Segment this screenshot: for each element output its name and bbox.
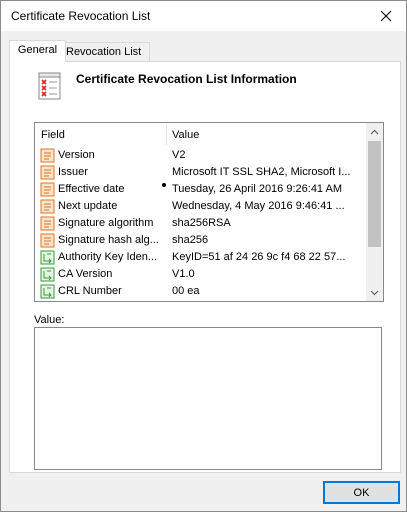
row-field-label: Signature hash alg... xyxy=(58,234,159,246)
row-field-label: Version xyxy=(58,149,95,161)
list-row-ca-version[interactable]: CA Version V1.0 xyxy=(35,266,365,283)
field-icon xyxy=(40,148,55,163)
column-header-value[interactable]: Value xyxy=(172,129,199,141)
row-field-label: Next update xyxy=(58,200,118,212)
scroll-down-button[interactable] xyxy=(366,284,383,301)
list-header: Field Value xyxy=(35,123,365,147)
extension-icon xyxy=(40,267,55,282)
tab-general[interactable]: General xyxy=(9,40,66,62)
list-rows: Version V2 Issuer Microsoft IT SSL SHA2,… xyxy=(35,147,365,300)
list-row-signature-hash[interactable]: Signature hash alg... sha256 xyxy=(35,232,365,249)
tab-revocation-list[interactable]: Revocation List xyxy=(61,42,150,61)
list-row-crl-number[interactable]: CRL Number 00 ea xyxy=(35,283,365,300)
field-icon xyxy=(40,182,55,197)
title-bar: Certificate Revocation List xyxy=(1,1,406,31)
value-label: Value: xyxy=(34,314,65,326)
chevron-down-icon xyxy=(370,290,379,295)
row-field-label: Effective date xyxy=(58,183,125,195)
row-field-label: Signature algorithm xyxy=(58,217,154,229)
row-field-label: Issuer xyxy=(58,166,88,178)
vertical-scrollbar[interactable] xyxy=(366,123,383,301)
row-value: sha256 xyxy=(172,234,209,246)
field-icon xyxy=(40,233,55,248)
row-value: KeyID=51 af 24 26 9c f4 68 22 57... xyxy=(172,251,346,263)
extension-icon xyxy=(40,284,55,299)
mouse-cursor-dot xyxy=(162,183,166,187)
row-value: Wednesday, 4 May 2016 9:46:41 ... xyxy=(172,200,345,212)
row-field-label: CRL Number xyxy=(58,285,122,297)
list-row-effective-date[interactable]: Effective date Tuesday, 26 April 2016 9:… xyxy=(35,181,365,198)
list-row-issuer[interactable]: Issuer Microsoft IT SSL SHA2, Microsoft … xyxy=(35,164,365,181)
chevron-up-icon xyxy=(370,129,379,134)
row-value: Tuesday, 26 April 2016 9:26:41 AM xyxy=(172,183,343,195)
row-value: Microsoft IT SSL SHA2, Microsoft I... xyxy=(172,166,351,178)
field-icon xyxy=(40,199,55,214)
row-field-label: CA Version xyxy=(58,268,113,280)
dialog-window: Certificate Revocation List General Revo… xyxy=(0,0,407,512)
general-panel: Certificate Revocation List Information … xyxy=(9,61,401,473)
row-value: V1.0 xyxy=(172,268,195,280)
close-icon xyxy=(380,10,392,22)
column-divider[interactable] xyxy=(166,125,167,145)
window-title: Certificate Revocation List xyxy=(11,9,151,23)
list-row-next-update[interactable]: Next update Wednesday, 4 May 2016 9:46:4… xyxy=(35,198,365,215)
row-value: 00 ea xyxy=(172,285,200,297)
crl-document-icon xyxy=(38,72,62,103)
row-value: V2 xyxy=(172,149,186,161)
ok-button[interactable]: OK xyxy=(323,481,400,504)
extension-icon xyxy=(40,250,55,265)
list-row-version[interactable]: Version V2 xyxy=(35,147,365,164)
close-button[interactable] xyxy=(366,1,406,31)
panel-heading: Certificate Revocation List Information xyxy=(76,72,297,86)
scroll-thumb[interactable] xyxy=(368,141,381,247)
field-icon xyxy=(40,216,55,231)
field-icon xyxy=(40,165,55,180)
column-header-field[interactable]: Field xyxy=(41,129,65,141)
row-field-label: Authority Key Iden... xyxy=(58,251,158,263)
scroll-up-button[interactable] xyxy=(366,123,383,140)
list-row-signature-algorithm[interactable]: Signature algorithm sha256RSA xyxy=(35,215,365,232)
value-detail-box[interactable] xyxy=(34,327,382,470)
list-row-authority-key-identifier[interactable]: Authority Key Iden... KeyID=51 af 24 26 … xyxy=(35,249,365,266)
field-list[interactable]: Field Value Version V2 Issuer Microsoft … xyxy=(34,122,384,302)
row-value: sha256RSA xyxy=(172,217,231,229)
